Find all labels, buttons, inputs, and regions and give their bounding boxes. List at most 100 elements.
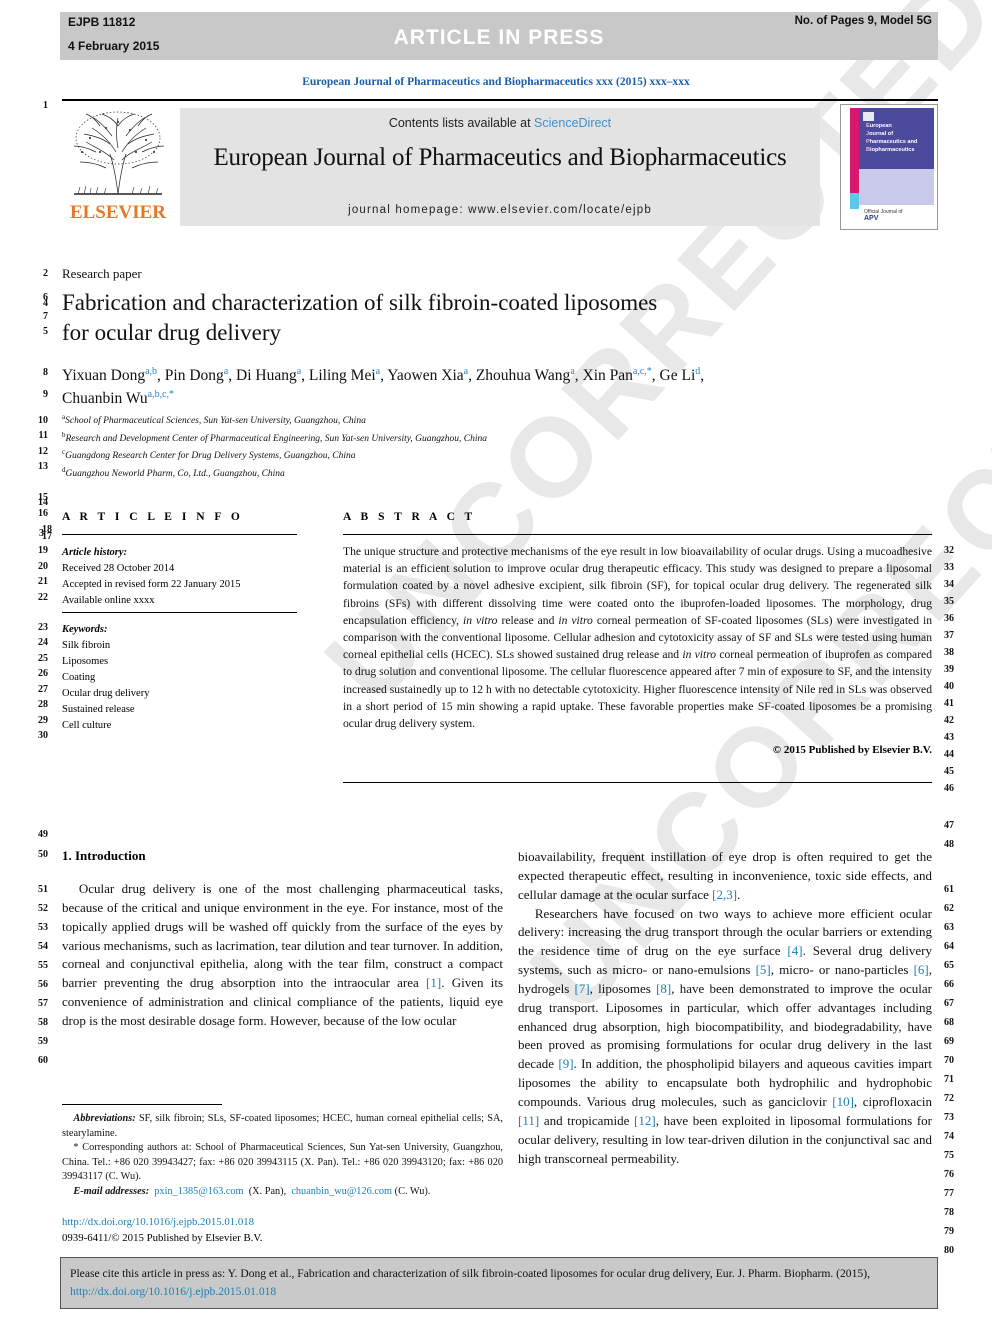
line-number: 48: [944, 839, 954, 850]
author-name: Ge Li: [659, 367, 696, 385]
line-number: 73: [944, 1112, 954, 1123]
line-number: 34: [944, 579, 954, 590]
email-link-wu[interactable]: chuanbin_wu@126.com: [291, 1186, 392, 1197]
doi-link[interactable]: http://dx.doi.org/10.1016/j.ejpb.2015.01…: [62, 1215, 503, 1231]
line-number: 77: [944, 1188, 954, 1199]
line-number: 11: [38, 430, 48, 441]
author-name: Pin Dong: [164, 367, 224, 385]
line-number: 67: [944, 998, 954, 1009]
email-link-pan[interactable]: pxin_1385@163.com: [154, 1186, 243, 1197]
cite-in-press-box: Please cite this article in press as: Y.…: [60, 1257, 938, 1309]
author-affil-mark: a: [223, 366, 229, 377]
history-item: Received 28 October 2014: [62, 562, 175, 574]
line-number: 21: [38, 576, 48, 587]
line-number: 63: [944, 922, 954, 933]
intro-paragraph-3: Researchers have focused on two ways to …: [518, 905, 933, 1166]
line-number: 23: [38, 622, 48, 633]
line-number: 22: [38, 592, 48, 603]
line-number: 45: [944, 766, 954, 777]
title-line-1: Fabrication and characterization of silk…: [62, 290, 658, 315]
line-number: 8: [43, 367, 48, 378]
line-number: 29: [38, 715, 48, 726]
author-name: Di Huang: [236, 367, 297, 385]
footnote-rule: [62, 1104, 222, 1105]
author-affil-mark: a,b: [145, 366, 158, 377]
doi-block: http://dx.doi.org/10.1016/j.ejpb.2015.01…: [62, 1215, 503, 1246]
author-affil-mark: a,c,*: [632, 366, 652, 377]
author-affil-mark: a,b,c,*: [147, 389, 175, 401]
affiliation-text: Research and Development Center of Pharm…: [65, 433, 487, 444]
author-affil-mark: a: [570, 366, 575, 377]
footnotes-block: Abbreviations: SF, silk fibroin; SLs, SF…: [62, 1112, 503, 1200]
author-name: Zhouhua Wang: [475, 367, 571, 385]
keyword-item: Liposomes: [62, 655, 109, 667]
line-number: 69: [944, 1036, 954, 1047]
line-number: 9: [43, 389, 48, 400]
affiliation-item: bResearch and Development Center of Phar…: [62, 430, 762, 448]
article-body: Research paper Fabrication and character…: [0, 0, 992, 1323]
line-number: 58: [38, 1017, 48, 1028]
line-number: 24: [38, 637, 48, 648]
line-number: 40: [944, 681, 954, 692]
line-number: 1: [43, 100, 48, 111]
line-number: 59: [38, 1036, 48, 1047]
line-number: 54: [38, 941, 48, 952]
line-number: 57: [38, 998, 48, 1009]
author-name: Xin Pan: [582, 367, 633, 385]
footnote-corresponding-authors: * Corresponding authors at: School of Ph…: [62, 1142, 503, 1183]
affiliation-list: aSchool of Pharmaceutical Sciences, Sun …: [62, 412, 762, 482]
article-info-heading: A R T I C L E I N F O: [62, 511, 244, 523]
article-history-label: Article history:: [62, 547, 128, 558]
footnote-emails: E-mail addresses: pxin_1385@163.com (X. …: [62, 1185, 503, 1200]
line-number: 12: [38, 446, 48, 457]
author-affil-mark: a: [375, 366, 381, 377]
line-number: 51: [38, 884, 48, 895]
line-number: 41: [944, 698, 954, 709]
line-number: 13: [38, 461, 48, 472]
affiliation-item: aSchool of Pharmaceutical Sciences, Sun …: [62, 412, 762, 430]
keyword-item: Cell culture: [62, 719, 112, 731]
line-number: 70: [944, 1055, 954, 1066]
article-history-block: Article history: Received 28 October 201…: [62, 545, 312, 609]
abstract-top-rule: [343, 534, 932, 535]
line-number: 61: [944, 884, 954, 895]
line-number: 79: [944, 1226, 954, 1237]
author-list: Yixuan Donga,b, Pin Donga, Di Huanga, Li…: [62, 366, 705, 408]
copyright-line: © 2015 Published by Elsevier B.V.: [772, 744, 932, 756]
line-number: 46: [944, 783, 954, 794]
email-addresses-label: E-mail addresses:: [73, 1186, 150, 1198]
line-number: 47: [944, 820, 954, 831]
intro-paragraph-2: bioavailability, frequent instillation o…: [518, 849, 932, 902]
line-number: 17: [42, 531, 52, 542]
abstract-heading: A B S T R A C T: [343, 511, 476, 523]
line-number: 78: [944, 1207, 954, 1218]
affiliation-text: Guangdong Research Center for Drug Deliv…: [65, 451, 356, 462]
abstract-bottom-rule: [343, 782, 932, 783]
affiliation-item: dGuangzhou Neworld Pharm, Co, Ltd., Guan…: [62, 465, 762, 483]
line-number: 39: [944, 664, 954, 675]
line-number: 50: [38, 849, 48, 860]
keyword-item: Coating: [62, 671, 96, 683]
affiliation-text: School of Pharmaceutical Sciences, Sun Y…: [65, 416, 366, 427]
line-number: 26: [38, 668, 48, 679]
line-number: 80: [944, 1245, 954, 1256]
line-number: 36: [944, 613, 954, 624]
line-number: 28: [38, 699, 48, 710]
author-affil-mark: a: [463, 366, 469, 377]
line-number: 76: [944, 1169, 954, 1180]
line-number: 38: [944, 647, 954, 658]
line-number: 75: [944, 1150, 954, 1161]
line-number: 16: [38, 508, 48, 519]
intro-paragraph-1: Ocular drug delivery is one of the most …: [62, 881, 504, 1028]
line-number: 19: [38, 545, 48, 556]
line-number: 66: [944, 979, 954, 990]
cite-doi-link[interactable]: http://dx.doi.org/10.1016/j.ejpb.2015.01…: [70, 1285, 276, 1298]
line-number: 43: [944, 732, 954, 743]
intro-column-left: Ocular drug delivery is one of the most …: [62, 880, 503, 1031]
author-affil-mark: a: [296, 366, 302, 377]
line-number: 37: [944, 630, 954, 641]
line-number: 10: [38, 415, 48, 426]
abbreviations-label: Abbreviations:: [73, 1113, 136, 1124]
keyword-item: Ocular drug delivery: [62, 687, 150, 699]
line-number: 27: [38, 684, 48, 695]
